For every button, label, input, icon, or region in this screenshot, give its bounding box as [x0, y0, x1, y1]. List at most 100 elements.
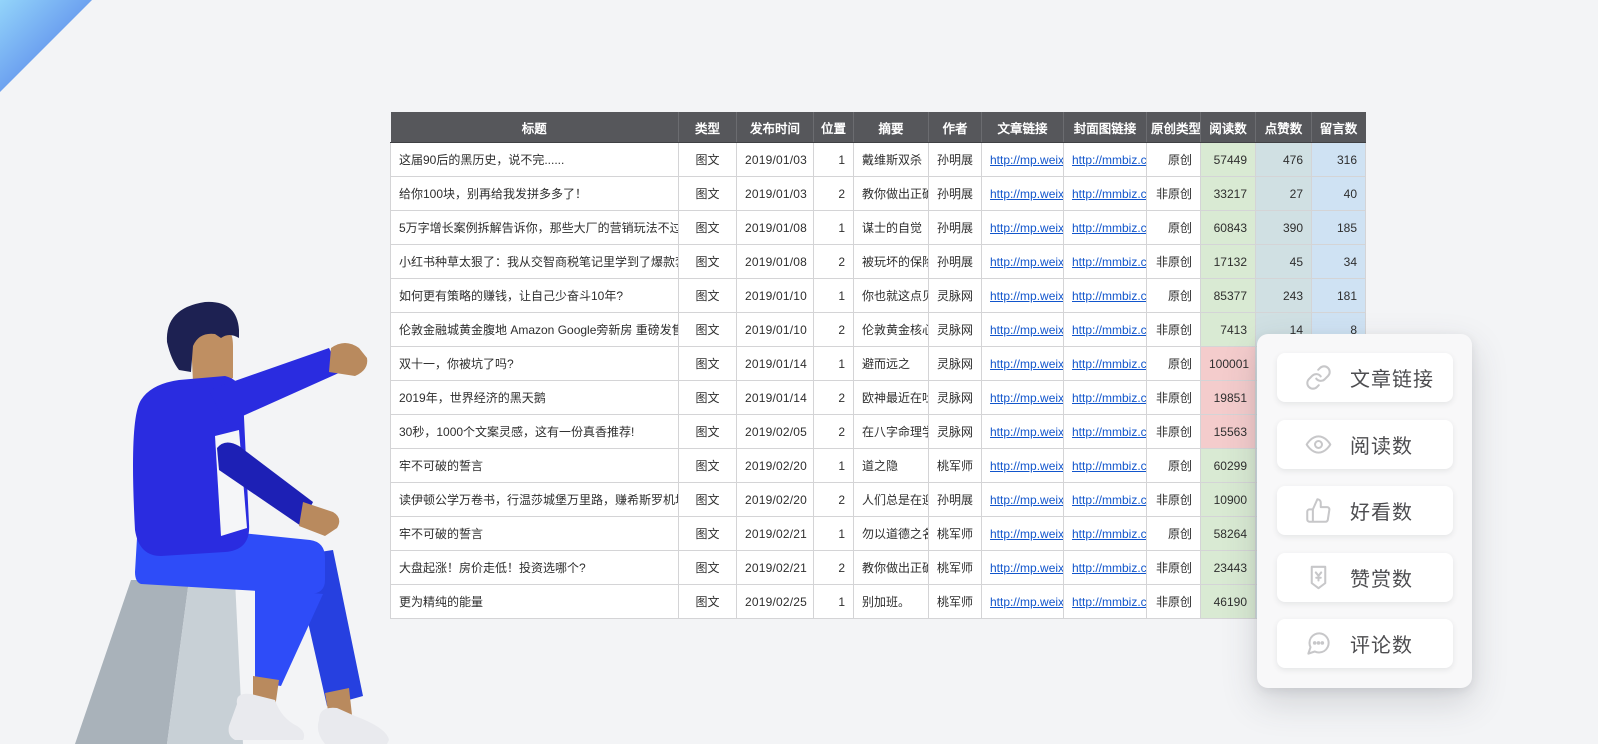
cell-read-count: 10900	[1201, 483, 1256, 517]
cell-summary: 别加班。	[854, 585, 929, 619]
cell-article-link: http://mp.weix	[982, 483, 1064, 517]
article-link[interactable]: http://mp.weix	[990, 187, 1064, 201]
cover-link[interactable]: http://mmbiz.c	[1072, 391, 1147, 405]
cell-read-count: 19851	[1201, 381, 1256, 415]
cell-author: 桃军师	[929, 449, 982, 483]
cover-link[interactable]: http://mmbiz.c	[1072, 459, 1147, 473]
cell-type: 图文	[679, 449, 737, 483]
cell-read-count: 57449	[1201, 143, 1256, 177]
cell-summary: 道之隐	[854, 449, 929, 483]
cell-title: 这届90后的黑历史，说不完......	[391, 143, 679, 177]
article-link[interactable]: http://mp.weix	[990, 357, 1064, 371]
cover-link[interactable]: http://mmbiz.c	[1072, 289, 1147, 303]
popup-option-reward-count[interactable]: 赞赏数	[1277, 553, 1453, 602]
cell-title: 5万字增长案例拆解告诉你，那些大厂的营销玩法不过如此	[391, 211, 679, 245]
cell-original-type: 原创	[1147, 449, 1201, 483]
cell-position: 1	[814, 347, 854, 381]
cell-article-link: http://mp.weix	[982, 313, 1064, 347]
cell-read-count: 33217	[1201, 177, 1256, 211]
cover-link[interactable]: http://mmbiz.c	[1072, 153, 1147, 167]
cell-title: 伦敦金融城黄金腹地 Amazon Google旁新房 重磅发售	[391, 313, 679, 347]
article-link[interactable]: http://mp.weix	[990, 255, 1064, 269]
popup-option-like-count[interactable]: 好看数	[1277, 486, 1453, 535]
article-link[interactable]: http://mp.weix	[990, 595, 1064, 609]
column-header-cover-link: 封面图链接	[1064, 112, 1147, 143]
table-row: 伦敦金融城黄金腹地 Amazon Google旁新房 重磅发售图文2019/01…	[391, 313, 1366, 347]
cell-type: 图文	[679, 347, 737, 381]
article-link[interactable]: http://mp.weix	[990, 323, 1064, 337]
cell-title: 给你100块，别再给我发拼多多了！	[391, 177, 679, 211]
column-header-like-count: 点赞数	[1256, 112, 1312, 143]
article-link[interactable]: http://mp.weix	[990, 527, 1064, 541]
cell-position: 1	[814, 517, 854, 551]
export-options-popup: 文章链接阅读数好看数赞赏数评论数	[1257, 334, 1472, 688]
cell-summary: 戴维斯双杀	[854, 143, 929, 177]
cover-link[interactable]: http://mmbiz.c	[1072, 595, 1147, 609]
cell-cover-link: http://mmbiz.c	[1064, 211, 1147, 245]
cell-article-link: http://mp.weix	[982, 143, 1064, 177]
cell-author: 桃军师	[929, 585, 982, 619]
cell-position: 2	[814, 177, 854, 211]
cover-link[interactable]: http://mmbiz.c	[1072, 561, 1147, 575]
cell-author: 灵脉网	[929, 279, 982, 313]
cover-link[interactable]: http://mmbiz.c	[1072, 357, 1147, 371]
popup-option-label: 文章链接	[1350, 363, 1434, 392]
cell-author: 桃军师	[929, 517, 982, 551]
cell-cover-link: http://mmbiz.c	[1064, 177, 1147, 211]
column-header-position: 位置	[814, 112, 854, 143]
cover-link[interactable]: http://mmbiz.c	[1072, 323, 1147, 337]
person-illustration	[75, 288, 415, 744]
popup-option-label: 好看数	[1350, 496, 1413, 525]
cell-original-type: 原创	[1147, 347, 1201, 381]
article-link[interactable]: http://mp.weix	[990, 561, 1064, 575]
article-link[interactable]: http://mp.weix	[990, 289, 1064, 303]
cover-link[interactable]: http://mmbiz.c	[1072, 221, 1147, 235]
cover-link[interactable]: http://mmbiz.c	[1072, 187, 1147, 201]
cover-link[interactable]: http://mmbiz.c	[1072, 527, 1147, 541]
cover-link[interactable]: http://mmbiz.c	[1072, 493, 1147, 507]
cell-article-link: http://mp.weix	[982, 551, 1064, 585]
popup-option-article-link[interactable]: 文章链接	[1277, 353, 1453, 402]
table-row: 读伊顿公学万卷书，行温莎城堡万里路，赚希斯罗机场图文2019/02/202人们总…	[391, 483, 1366, 517]
article-link[interactable]: http://mp.weix	[990, 425, 1064, 439]
cell-cover-link: http://mmbiz.c	[1064, 279, 1147, 313]
cell-title: 牢不可破的誓言	[391, 449, 679, 483]
popup-option-read-count[interactable]: 阅读数	[1277, 420, 1453, 469]
cell-original-type: 非原创	[1147, 551, 1201, 585]
article-link[interactable]: http://mp.weix	[990, 459, 1064, 473]
table-row: 牢不可破的誓言图文2019/02/211勿以道德之名桃军师http://mp.w…	[391, 517, 1366, 551]
cell-article-link: http://mp.weix	[982, 347, 1064, 381]
cell-summary: 教你做出正确	[854, 551, 929, 585]
cell-author: 灵脉网	[929, 347, 982, 381]
cell-summary: 欧神最近在吐	[854, 381, 929, 415]
cell-author: 孙明展	[929, 177, 982, 211]
cell-title: 小红书种草太狠了：我从交智商税笔记里学到了爆款套路	[391, 245, 679, 279]
cell-position: 2	[814, 415, 854, 449]
cell-cover-link: http://mmbiz.c	[1064, 143, 1147, 177]
cell-original-type: 原创	[1147, 143, 1201, 177]
cell-original-type: 非原创	[1147, 245, 1201, 279]
cover-link[interactable]: http://mmbiz.c	[1072, 255, 1147, 269]
cover-link[interactable]: http://mmbiz.c	[1072, 425, 1147, 439]
cell-article-link: http://mp.weix	[982, 517, 1064, 551]
cell-publish-date: 2019/01/03	[737, 177, 814, 211]
cell-like-count: 390	[1256, 211, 1312, 245]
cell-summary: 谋士的自觉	[854, 211, 929, 245]
table-row: 牢不可破的誓言图文2019/02/201道之隐桃军师http://mp.weix…	[391, 449, 1366, 483]
article-link[interactable]: http://mp.weix	[990, 493, 1064, 507]
article-link[interactable]: http://mp.weix	[990, 153, 1064, 167]
popup-option-comment-count[interactable]: 评论数	[1277, 619, 1453, 668]
cell-cover-link: http://mmbiz.c	[1064, 585, 1147, 619]
cell-article-link: http://mp.weix	[982, 177, 1064, 211]
table-row: 更为精纯的能量图文2019/02/251别加班。桃军师http://mp.wei…	[391, 585, 1366, 619]
cell-title: 双十一，你被坑了吗?	[391, 347, 679, 381]
cell-cover-link: http://mmbiz.c	[1064, 415, 1147, 449]
cell-article-link: http://mp.weix	[982, 245, 1064, 279]
cell-position: 2	[814, 483, 854, 517]
cell-type: 图文	[679, 313, 737, 347]
article-link[interactable]: http://mp.weix	[990, 221, 1064, 235]
article-link[interactable]: http://mp.weix	[990, 391, 1064, 405]
cell-read-count: 100001	[1201, 347, 1256, 381]
cell-original-type: 非原创	[1147, 381, 1201, 415]
cell-comment-count: 181	[1312, 279, 1366, 313]
